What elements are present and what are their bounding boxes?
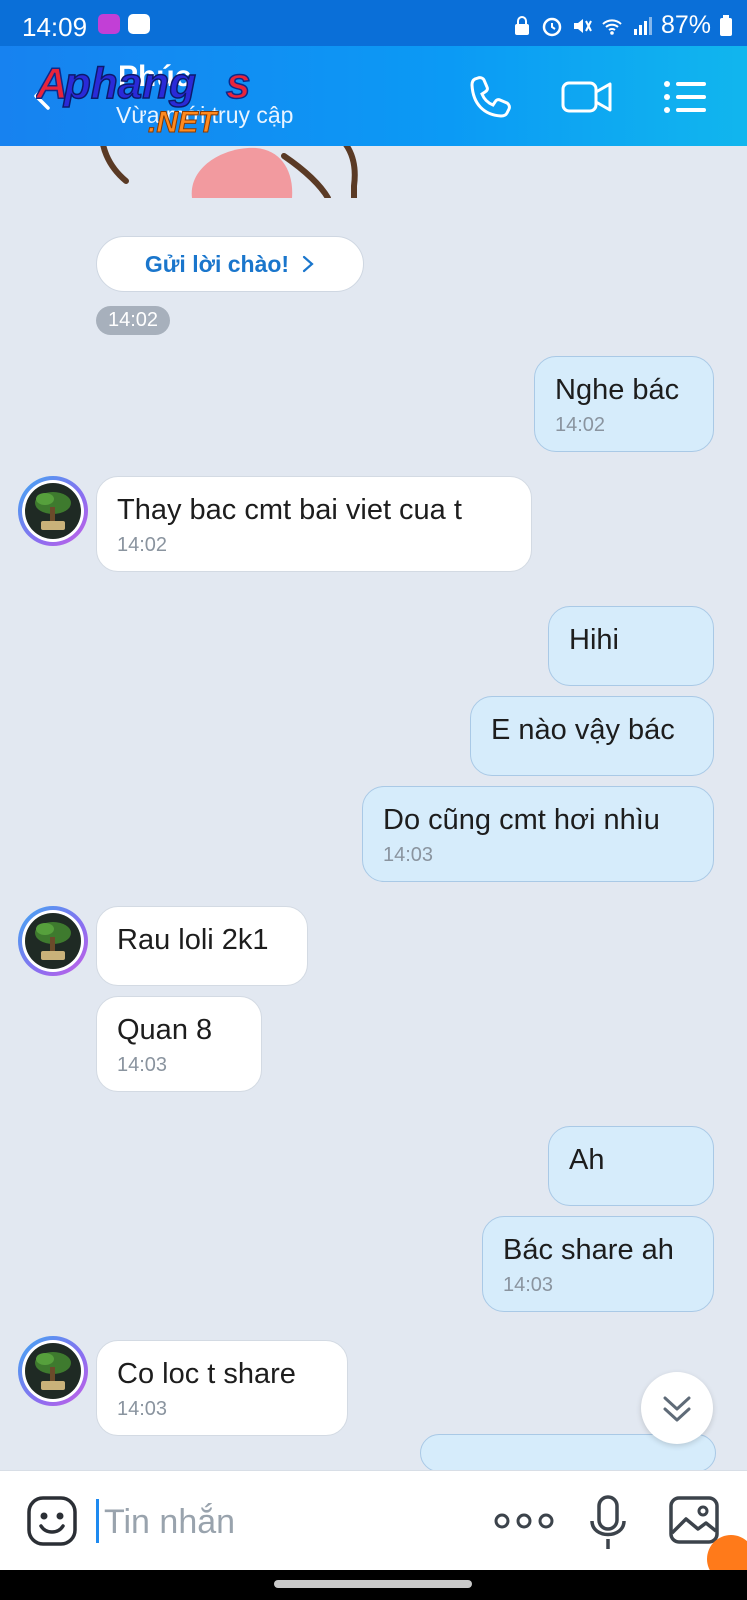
alarm-icon [542, 17, 562, 36]
message-bubble-sent[interactable]: E nào vậy bác [470, 696, 714, 776]
message-text: E nào vậy bác [491, 714, 675, 746]
text-cursor [96, 1499, 99, 1543]
avatar[interactable] [18, 1336, 88, 1406]
message-bubble-received[interactable]: Co loc t share 14:03 [96, 1340, 348, 1436]
system-navigation-bar [0, 1570, 747, 1600]
menu-list-icon[interactable] [660, 72, 710, 122]
back-icon[interactable] [26, 80, 58, 112]
video-call-icon[interactable] [560, 72, 614, 122]
message-text: Rau loli 2k1 [117, 924, 269, 956]
bonsai-avatar-image [35, 1352, 71, 1390]
app-notification-icon [98, 14, 120, 34]
chevron-right-icon [302, 255, 314, 273]
scroll-down-icon [663, 1396, 691, 1422]
battery-icon [720, 14, 732, 36]
system-status-icons: 87% [511, 11, 733, 40]
status-bar: 14:09 87% [0, 0, 747, 46]
chat-header: Phúc Vừa mới truy cập A phang s .NET [0, 46, 747, 146]
avatar[interactable] [18, 476, 88, 546]
wifi-icon [602, 18, 622, 35]
message-text: Hihi [569, 624, 619, 656]
contact-status: Vừa mới truy cập [116, 102, 294, 128]
message-text: Thay bac cmt bai viet cua t [117, 494, 462, 526]
message-time: 14:02 [117, 534, 168, 556]
message-text: Bác share ah [503, 1234, 674, 1266]
message-bubble-received[interactable]: Rau loli 2k1 [96, 906, 308, 986]
message-text: Quan 8 [117, 1014, 213, 1046]
message-text: Ah [569, 1144, 605, 1176]
greeting-button[interactable]: Gửi lời chào! [96, 236, 364, 292]
message-input[interactable] [102, 1495, 446, 1549]
message-bubble-sent[interactable]: Hihi [548, 606, 714, 686]
message-bubble-sent[interactable]: Ah [548, 1126, 714, 1206]
message-composer [0, 1470, 747, 1583]
message-bubble-sent[interactable]: Bác share ah 14:03 [482, 1216, 714, 1312]
message-text: Co loc t share [117, 1358, 296, 1390]
phone-icon[interactable] [466, 72, 516, 122]
more-dots-icon[interactable] [494, 1509, 554, 1533]
status-time: 14:09 [22, 12, 88, 42]
battery-percent: 87% [660, 11, 711, 39]
message-time: 14:03 [383, 844, 434, 866]
message-bubble-received[interactable]: Thay bac cmt bai viet cua t 14:02 [96, 476, 532, 572]
notification-icons [98, 14, 150, 34]
message-time: 14:03 [503, 1274, 554, 1296]
greeting-label: Gửi lời chào! [144, 250, 290, 277]
image-icon[interactable] [668, 1495, 720, 1545]
message-time: 14:02 [555, 414, 606, 436]
message-bubble-received[interactable]: Quan 8 14:03 [96, 996, 262, 1092]
lock-icon [514, 15, 529, 35]
sticker-image[interactable] [96, 146, 366, 222]
avatar[interactable] [18, 906, 88, 976]
bonsai-avatar-image [35, 492, 71, 530]
message-text: Nghe bác [555, 374, 680, 406]
message-text: Do cũng cmt hơi nhìu [383, 804, 660, 836]
message-bubble-sent[interactable]: Nghe bác 14:02 [534, 356, 714, 452]
message-bubble-sent[interactable]: Do cũng cmt hơi nhìu 14:03 [362, 786, 714, 882]
bonsai-avatar-image [35, 922, 71, 960]
message-list[interactable]: Gửi lời chào! 14:02 Nghe bác 14:02 Thay … [0, 146, 747, 1470]
microphone-icon[interactable] [588, 1493, 628, 1553]
sticker-timestamp: 14:02 [96, 306, 171, 335]
message-time: 14:03 [117, 1398, 168, 1420]
home-gesture-handle[interactable] [274, 1580, 472, 1588]
emoji-icon[interactable] [26, 1495, 78, 1547]
scroll-to-bottom-button[interactable] [641, 1372, 713, 1444]
signal-icon [633, 16, 652, 35]
svg-text:s: s [226, 59, 250, 108]
mute-icon [573, 18, 592, 33]
contact-name[interactable]: Phúc [118, 60, 191, 94]
message-time: 14:03 [117, 1054, 168, 1076]
checkbox-notification-icon [128, 14, 150, 34]
